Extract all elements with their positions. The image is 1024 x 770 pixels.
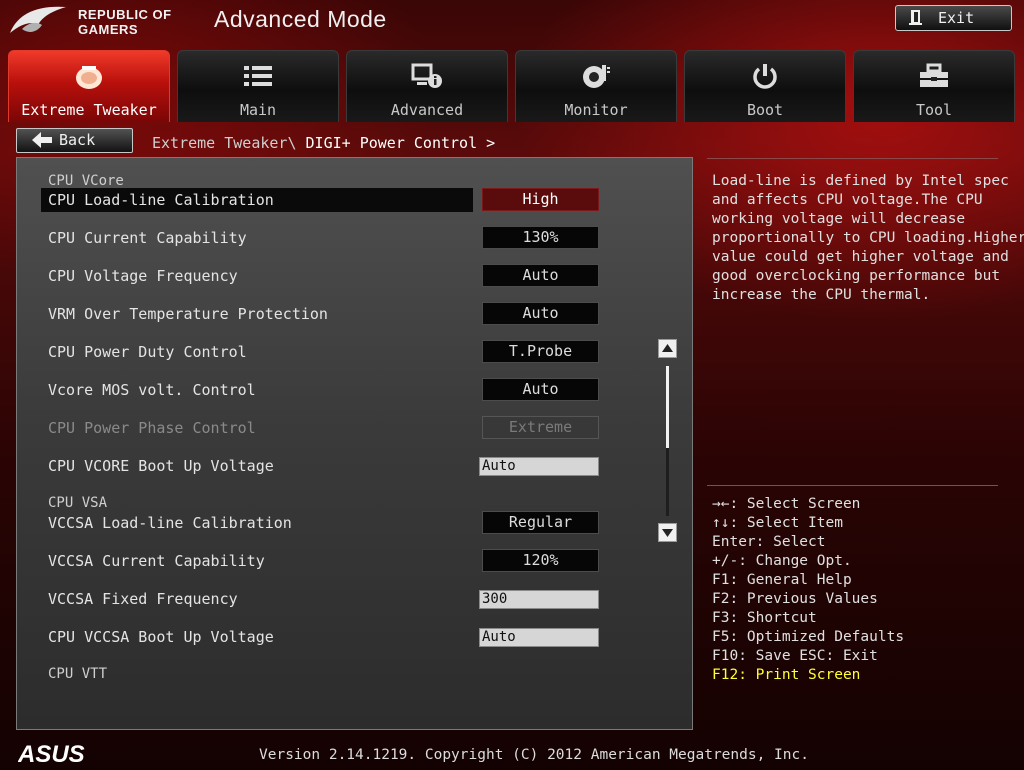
setting-label[interactable]: VRM Over Temperature Protection <box>48 305 328 323</box>
setting-value-button[interactable]: High <box>482 188 599 211</box>
setting-label[interactable]: CPU Current Capability <box>48 229 247 247</box>
setting-label[interactable]: CPU VCCSA Boot Up Voltage <box>48 628 274 646</box>
rog-logo: REPUBLIC OF GAMERS <box>8 3 188 43</box>
help-line: increase the CPU thermal. <box>712 287 931 303</box>
section-cpu-vsa: CPU VSA <box>48 495 108 511</box>
key-hint: F5: Optimized Defaults <box>712 629 905 645</box>
power-icon <box>685 61 845 91</box>
breadcrumb-current: DIGI+ Power Control > <box>305 134 496 152</box>
section-cpu-vcore: CPU VCore <box>48 173 124 189</box>
tab-extreme-tweaker[interactable]: Extreme Tweaker <box>8 50 170 122</box>
tab-label: Extreme Tweaker <box>21 101 157 119</box>
setting-label[interactable]: VCCSA Load-line Calibration <box>48 514 292 532</box>
tab-label: Main <box>239 101 277 119</box>
setting-label[interactable]: CPU Power Duty Control <box>48 343 247 361</box>
asus-logo-text: ASUS <box>18 742 85 766</box>
setting-label[interactable]: VCCSA Fixed Frequency <box>48 590 238 608</box>
brand-line-1: REPUBLIC OF <box>78 7 172 22</box>
key-hint: ↑↓: Select Item <box>712 515 843 531</box>
exit-door-icon <box>908 9 924 29</box>
key-legend: →←: Select Screen ↑↓: Select Item Enter:… <box>712 495 904 685</box>
setting-value-button[interactable]: Auto <box>482 264 599 287</box>
setting-label: CPU Power Phase Control <box>48 419 256 437</box>
back-arrow-icon <box>31 130 53 155</box>
page-title: Advanced Mode <box>214 6 387 32</box>
tab-label: Monitor <box>564 101 628 119</box>
key-hint: F10: Save ESC: Exit <box>712 648 878 664</box>
help-line: working voltage will decrease <box>712 211 966 227</box>
tab-label: Tool <box>915 101 953 119</box>
settings-panel: CPU VCore CPU Load-line Calibration High… <box>16 157 693 730</box>
section-cpu-vtt: CPU VTT <box>48 666 108 682</box>
key-hint: +/-: Change Opt. <box>712 553 852 569</box>
back-label: Back <box>59 131 96 149</box>
key-hint: F3: Shortcut <box>712 610 817 626</box>
key-hint: →←: Select Screen <box>712 496 861 512</box>
key-hint: Enter: Select <box>712 534 826 550</box>
help-line: good overclocking performance but <box>712 268 1001 284</box>
breadcrumb-parent[interactable]: Extreme Tweaker\ <box>152 134 306 152</box>
asus-logo: ASUS <box>17 741 113 768</box>
tab-label: Boot <box>746 101 784 119</box>
list-icon <box>178 61 338 91</box>
rog-eye-icon <box>10 6 66 33</box>
brand-line-2: GAMERS <box>78 22 139 37</box>
tab-label: Advanced <box>390 101 464 119</box>
brand-text: REPUBLIC OF GAMERS <box>78 7 172 37</box>
setting-value-button[interactable]: Auto <box>482 302 599 325</box>
setting-value-button: Extreme <box>482 416 599 439</box>
triangle-down-icon <box>662 529 673 537</box>
exit-label: Exit <box>938 9 975 27</box>
setting-value-button[interactable]: 120% <box>482 549 599 572</box>
breadcrumb: Extreme Tweaker\ DIGI+ Power Control > <box>152 134 495 152</box>
setting-label[interactable]: Vcore MOS volt. Control <box>48 381 256 399</box>
thermometer-icon <box>516 61 676 91</box>
setting-label[interactable]: CPU Voltage Frequency <box>48 267 238 285</box>
setting-label[interactable]: CPU Load-line Calibration <box>48 191 274 209</box>
scroll-down-button[interactable] <box>658 523 677 542</box>
setting-value-input[interactable]: Auto <box>479 457 599 476</box>
setting-value-button[interactable]: T.Probe <box>482 340 599 363</box>
setting-label[interactable]: CPU VCORE Boot Up Voltage <box>48 457 274 475</box>
tab-advanced[interactable]: Advanced <box>346 50 508 122</box>
tab-tool[interactable]: Tool <box>853 50 1015 122</box>
setting-value-input[interactable]: Auto <box>479 628 599 647</box>
help-line: and affects CPU voltage.The CPU <box>712 192 983 208</box>
key-hint: F1: General Help <box>712 572 852 588</box>
setting-value-button[interactable]: Auto <box>482 378 599 401</box>
help-line: value could get higher voltage and <box>712 249 1009 265</box>
scroll-up-button[interactable] <box>658 339 677 358</box>
toolbox-icon <box>854 61 1014 91</box>
triangle-up-icon <box>662 344 673 352</box>
keys-divider <box>707 485 998 486</box>
version-text: Version 2.14.1219. Copyright (C) 2012 Am… <box>259 747 809 763</box>
help-line: Load-line is defined by Intel spec <box>712 173 1009 189</box>
setting-value-button[interactable]: Regular <box>482 511 599 534</box>
tab-boot[interactable]: Boot <box>684 50 846 122</box>
setting-value-input[interactable]: 300 <box>479 590 599 609</box>
scrollbar-thumb[interactable] <box>666 366 669 448</box>
setting-value-button[interactable]: 130% <box>482 226 599 249</box>
key-hint-print-screen[interactable]: F12: Print Screen <box>712 666 904 685</box>
key-hint: F2: Previous Values <box>712 591 878 607</box>
help-divider-top <box>707 158 998 159</box>
setting-label[interactable]: VCCSA Current Capability <box>48 552 265 570</box>
tab-main[interactable]: Main <box>177 50 339 122</box>
settings-info-icon <box>347 61 507 91</box>
help-text: Load-line is defined by Intel spec and a… <box>712 172 1024 305</box>
exit-button[interactable]: Exit <box>895 5 1012 31</box>
tab-monitor[interactable]: Monitor <box>515 50 677 122</box>
help-line: proportionally to CPU loading.Higher <box>712 230 1024 246</box>
back-button[interactable]: Back <box>16 128 133 153</box>
speedometer-icon <box>9 61 169 91</box>
